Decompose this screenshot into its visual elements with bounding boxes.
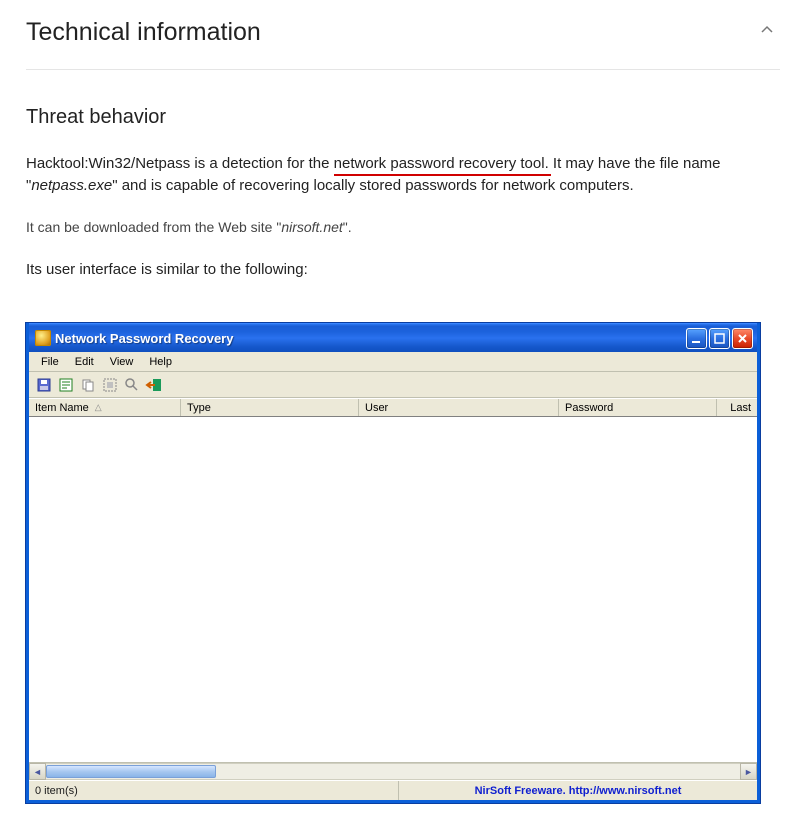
menu-help[interactable]: Help xyxy=(141,354,180,370)
highlighted-phrase: network password recovery tool. xyxy=(334,155,549,172)
select-all-icon[interactable] xyxy=(101,376,119,394)
h-scrollbar[interactable]: ◄ ► xyxy=(29,763,757,780)
section-body: Threat behavior Hacktool:Win32/Netpass i… xyxy=(26,70,780,803)
section-title: Technical information xyxy=(26,18,261,47)
status-count: 0 item(s) xyxy=(29,781,399,800)
text: ". xyxy=(343,219,352,235)
text: Hacktool:Win32/Netpass is a detection fo… xyxy=(26,155,334,172)
app-icon xyxy=(35,330,51,346)
col-label: Password xyxy=(565,402,613,414)
xp-menubar: File Edit View Help xyxy=(29,352,757,372)
menu-view[interactable]: View xyxy=(102,354,142,370)
xp-toolbar xyxy=(29,372,757,398)
menu-file[interactable]: File xyxy=(33,354,67,370)
xp-titlebar[interactable]: Network Password Recovery xyxy=(29,323,757,352)
scroll-right-icon[interactable]: ► xyxy=(740,763,757,780)
properties-icon[interactable] xyxy=(57,376,75,394)
col-item-name[interactable]: Item Name △ xyxy=(29,399,181,416)
col-label: Item Name xyxy=(35,402,89,414)
list-header: Item Name △ Type User Password Last xyxy=(29,398,757,417)
threat-paragraph-3: Its user interface is similar to the fol… xyxy=(26,259,780,281)
scroll-track[interactable] xyxy=(46,763,740,780)
text: It can be downloaded from the Web site " xyxy=(26,219,281,235)
site-text: nirsoft.net xyxy=(281,219,342,235)
filename-text: netpass.exe xyxy=(31,177,112,194)
col-password[interactable]: Password xyxy=(559,399,717,416)
maximize-button[interactable] xyxy=(709,328,730,349)
save-icon[interactable] xyxy=(35,376,53,394)
col-label: User xyxy=(365,402,388,414)
exit-icon[interactable] xyxy=(145,376,163,394)
scroll-thumb[interactable] xyxy=(46,765,216,778)
col-label: Type xyxy=(187,402,211,414)
threat-heading: Threat behavior xyxy=(26,106,780,129)
close-button[interactable] xyxy=(732,328,753,349)
sort-asc-icon: △ xyxy=(95,402,102,413)
list-body[interactable] xyxy=(29,417,757,763)
status-brand-link[interactable]: NirSoft Freeware. http://www.nirsoft.net xyxy=(399,785,757,797)
threat-paragraph-1: Hacktool:Win32/Netpass is a detection fo… xyxy=(26,153,780,197)
status-bar: 0 item(s) NirSoft Freeware. http://www.n… xyxy=(29,780,757,800)
text: " and is capable of recovering locally s… xyxy=(112,177,633,194)
col-label: Last xyxy=(730,402,751,414)
chevron-up-icon[interactable] xyxy=(760,23,780,42)
col-user[interactable]: User xyxy=(359,399,559,416)
copy-icon[interactable] xyxy=(79,376,97,394)
col-type[interactable]: Type xyxy=(181,399,359,416)
window-title: Network Password Recovery xyxy=(51,331,686,346)
xp-window: Network Password Recovery File Edit Vi xyxy=(26,323,760,803)
minimize-button[interactable] xyxy=(686,328,707,349)
find-icon[interactable] xyxy=(123,376,141,394)
col-last[interactable]: Last xyxy=(717,399,757,416)
section-header[interactable]: Technical information xyxy=(26,12,780,70)
scroll-left-icon[interactable]: ◄ xyxy=(29,763,46,780)
threat-paragraph-2: It can be downloaded from the Web site "… xyxy=(26,219,780,235)
menu-edit[interactable]: Edit xyxy=(67,354,102,370)
